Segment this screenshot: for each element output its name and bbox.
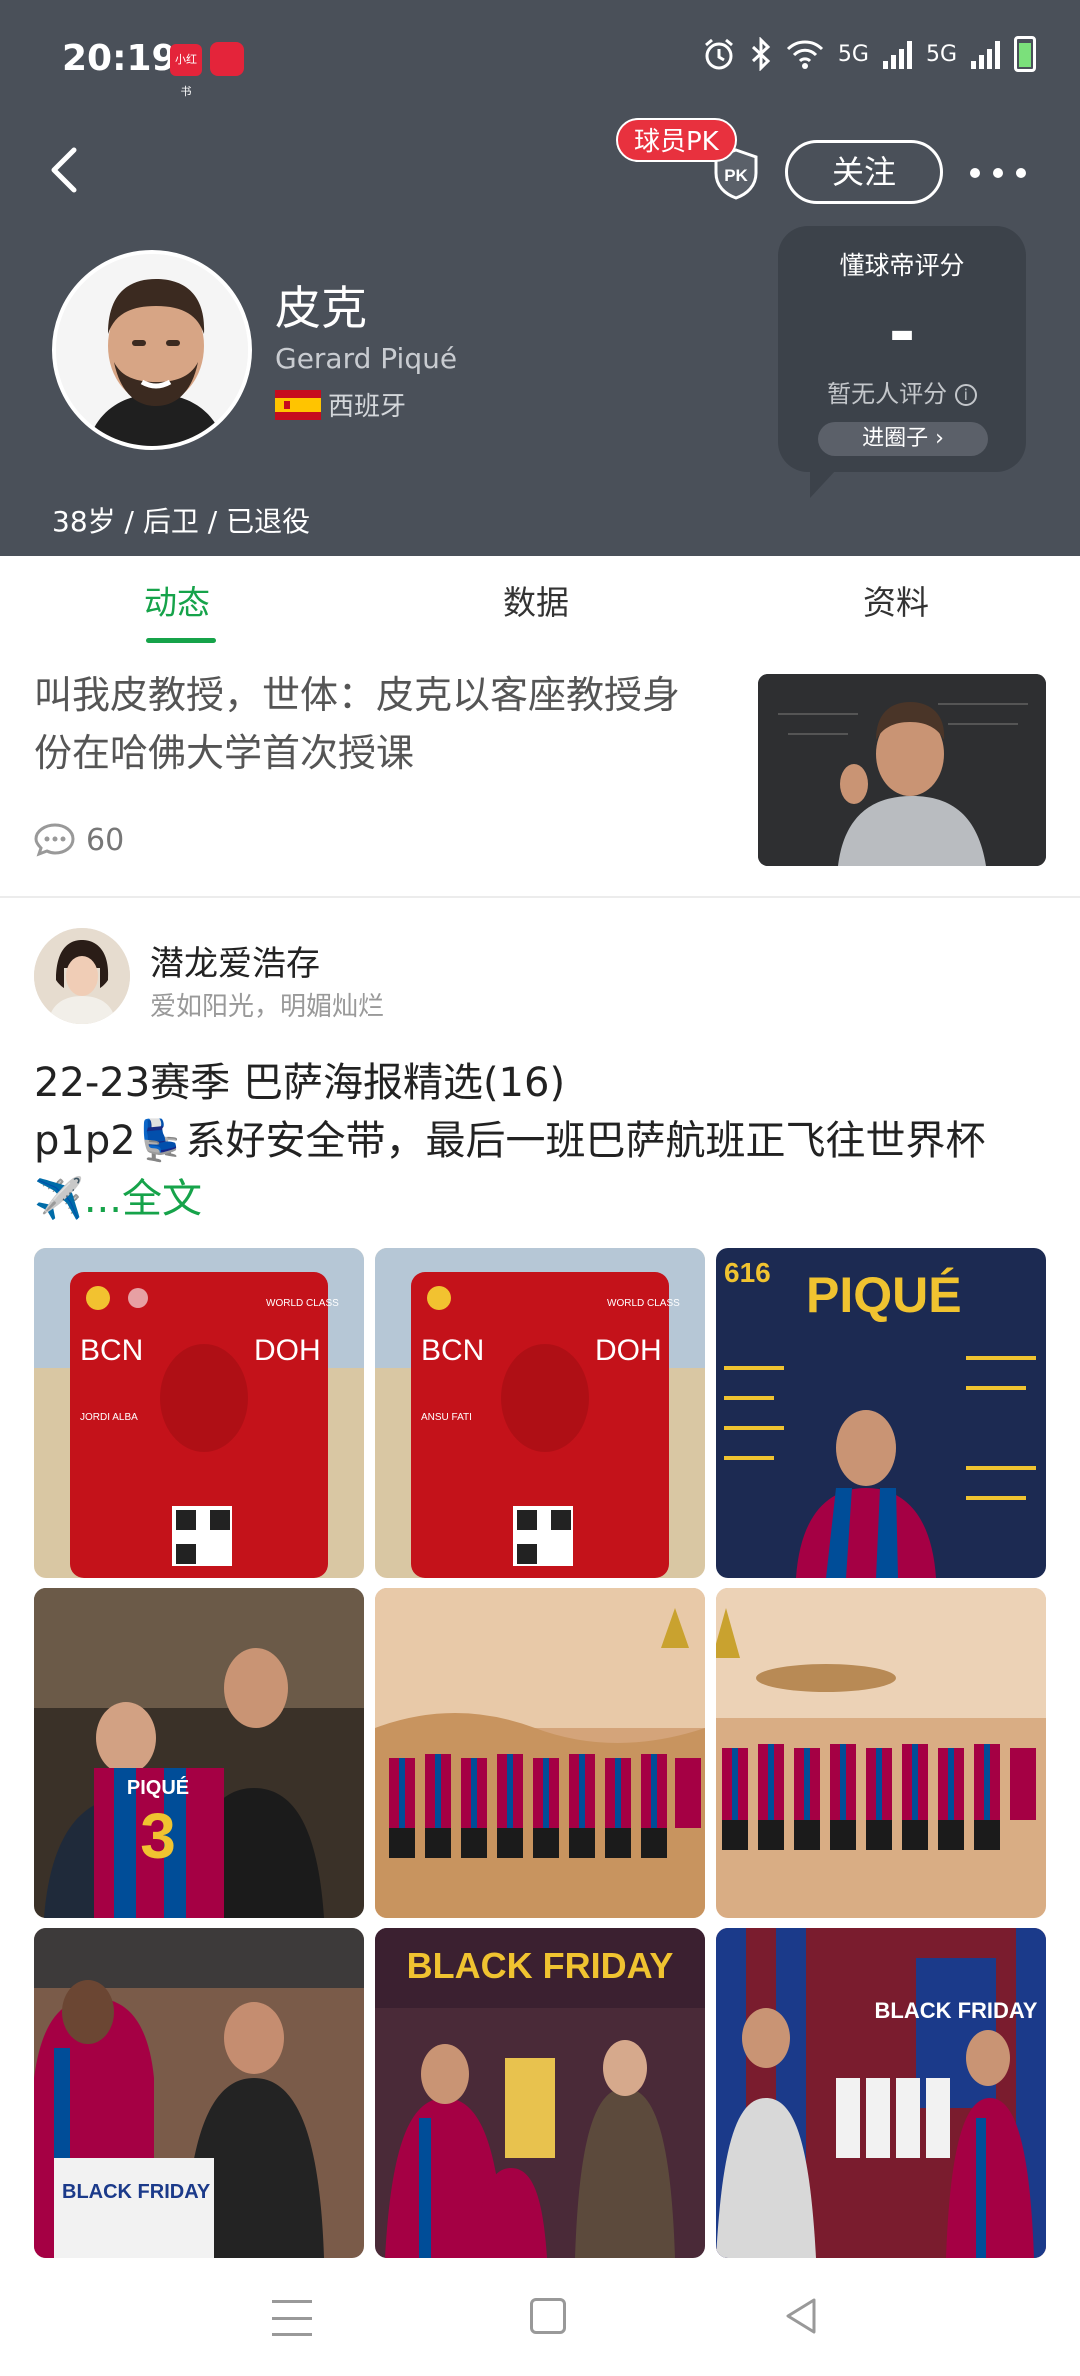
ticket-1-class: WORLD CLASS: [266, 1298, 339, 1309]
news-item[interactable]: 叫我皮教授，世体：皮克以客座教授身份在哈佛大学首次授课 60: [0, 656, 1080, 896]
tab-active-indicator: [146, 638, 216, 643]
post-image-8[interactable]: BLACK FRIDAY: [375, 1928, 705, 2258]
ticket-2-to: DOH: [595, 1334, 662, 1367]
signal-icon-1: [882, 39, 912, 69]
profile-header: 20:19 小红书 5G 5G 球员PK PK 关注 皮克 Gerard Piq…: [0, 0, 1080, 556]
info-icon[interactable]: i: [954, 384, 977, 406]
post-image-9[interactable]: BLACK FRIDAY: [716, 1928, 1046, 2258]
home-button-icon[interactable]: [530, 2298, 566, 2334]
wifi-icon: [786, 40, 823, 69]
network-5g-label-2: 5G: [925, 41, 957, 67]
network-5g-label-1: 5G: [837, 41, 869, 67]
rating-title: 懂球帝评分: [839, 251, 965, 280]
follow-button[interactable]: 关注: [785, 140, 943, 204]
post-image-2[interactable]: WORLD CLASS BCN DOH ANSU FATI: [375, 1248, 705, 1578]
xiaohongshu-notification-icon: 小红书: [170, 44, 202, 98]
player-avatar: [52, 250, 252, 450]
post-image-5[interactable]: [375, 1588, 705, 1918]
recent-apps-icon[interactable]: [272, 2300, 312, 2336]
alarm-icon: [704, 38, 733, 70]
more-options-icon[interactable]: [970, 148, 1026, 198]
post-image-4[interactable]: 3 PIQUÉ: [34, 1588, 364, 1918]
post-image-7[interactable]: BLACK FRIDAY: [34, 1928, 364, 2258]
comment-bubble-icon: [34, 823, 75, 857]
system-back-icon[interactable]: [782, 2296, 822, 2336]
signal-icon-2: [971, 39, 1000, 69]
chevron-right-icon: ›: [935, 426, 944, 451]
tab-bar: 动态 数据 资料: [0, 556, 1080, 644]
ticket-2-name: ANSU FATI: [421, 1412, 472, 1423]
player-name: 皮克: [275, 281, 367, 335]
news-comments[interactable]: 60: [34, 822, 124, 858]
post-user-signature: 爱如阳光，明媚灿烂: [150, 992, 385, 1022]
banner-caption-1: BLACK FRIDAY: [62, 2181, 211, 2203]
back-arrow-icon[interactable]: [40, 140, 90, 200]
pk-shield-text: PK: [724, 166, 748, 185]
enter-circle-button[interactable]: 进圈子 ›: [818, 422, 988, 456]
tab-feed[interactable]: 动态: [144, 576, 210, 624]
ticket-1-from: BCN: [80, 1334, 143, 1367]
post-username[interactable]: 潜龙爱浩存: [150, 936, 320, 985]
read-more-link[interactable]: ...全文: [84, 1176, 202, 1222]
player-country: 西班牙: [328, 392, 407, 422]
banner-caption-2: BLACK FRIDAY: [407, 1945, 674, 1986]
post-text[interactable]: 22-23赛季 巴萨海报精选(16) p1p2💺系好安全带，最后一班巴萨航班正飞…: [34, 1054, 1054, 1228]
poster-title: PIQUÉ: [806, 1267, 962, 1323]
post-image-6[interactable]: [716, 1588, 1046, 1918]
news-title[interactable]: 叫我皮教授，世体：皮克以客座教授身份在哈佛大学首次授课: [34, 666, 714, 782]
rating-card: 懂球帝评分 - 暂无人评分 i 进圈子 ›: [778, 226, 1026, 498]
status-time: 20:19: [62, 38, 177, 79]
ticket-1-name: JORDI ALBA: [80, 1412, 138, 1423]
tab-profile[interactable]: 资料: [863, 576, 929, 624]
svg-text:3: 3: [140, 1800, 176, 1872]
player-meta: 38岁 / 后卫 / 已退役: [52, 505, 311, 538]
post-text-line-1: 22-23赛季 巴萨海报精选(16): [34, 1060, 566, 1106]
rating-empty-text: 暂无人评分 i: [778, 374, 1026, 409]
jersey-caption: PIQUÉ: [127, 1776, 189, 1799]
poster-stat: 616: [724, 1257, 771, 1288]
spain-flag-icon: [275, 390, 321, 420]
rating-empty-label: 暂无人评分: [827, 380, 948, 408]
status-icons: 5G 5G: [702, 36, 1036, 72]
enter-circle-label: 进圈子: [862, 426, 929, 451]
tab-data[interactable]: 数据: [503, 576, 569, 624]
player-pk-badge[interactable]: 球员PK: [616, 118, 737, 162]
app-notification-icon: [210, 42, 244, 76]
ticket-2-class: WORLD CLASS: [607, 1298, 680, 1309]
bluetooth-icon: [751, 37, 771, 71]
system-navigation-bar: [0, 2270, 1080, 2376]
post-image-grid: WORLD CLASS BCN DOH JORDI ALBA WORLD CLA…: [34, 1248, 1046, 2258]
post-image-3[interactable]: 616 PIQUÉ: [716, 1248, 1046, 1578]
post-image-1[interactable]: WORLD CLASS BCN DOH JORDI ALBA: [34, 1248, 364, 1578]
ticket-2-from: BCN: [421, 1334, 484, 1367]
ticket-1-to: DOH: [254, 1334, 321, 1367]
news-thumbnail[interactable]: [758, 674, 1046, 866]
battery-icon: [1014, 36, 1036, 72]
status-bar: 20:19 小红书 5G 5G: [0, 0, 1080, 120]
player-english-name: Gerard Piqué: [275, 342, 458, 375]
section-divider: [0, 896, 1080, 898]
banner-caption-3: BLACK FRIDAY: [875, 1998, 1038, 2023]
news-comment-count: 60: [86, 822, 125, 858]
rating-score: -: [888, 296, 916, 370]
post-user-avatar[interactable]: [34, 928, 130, 1024]
